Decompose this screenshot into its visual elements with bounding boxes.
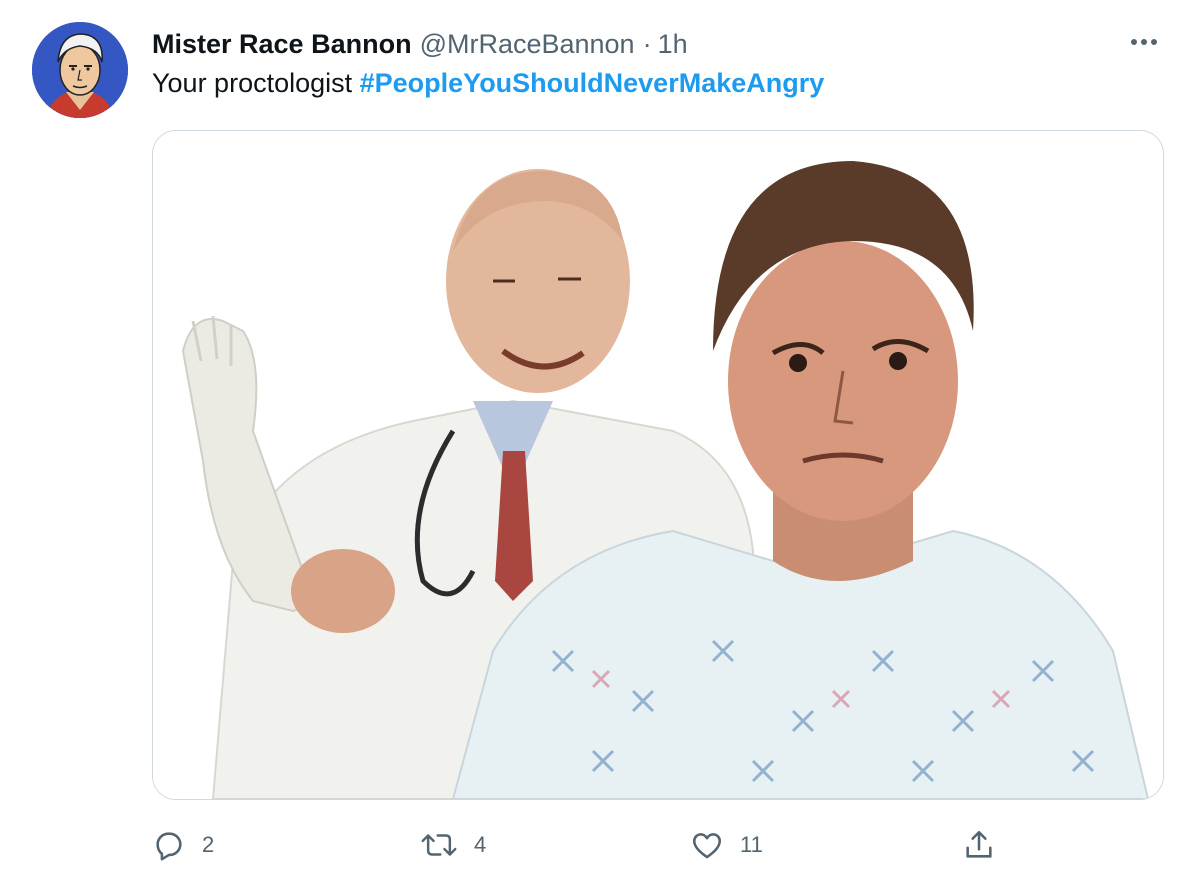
heart-icon [692,833,722,859]
avatar[interactable] [32,22,128,118]
more-options-button[interactable] [1126,30,1162,54]
tweet-actions: 2 4 11 [152,822,1012,868]
share-icon [966,830,992,858]
avatar-cartoon-face-icon [32,22,128,118]
photo-doctor-and-patient [153,131,1163,799]
reply-icon [156,832,182,861]
retweet-count: 4 [474,832,487,857]
tweet-text: Your proctologist #PeopleYouShouldNeverM… [152,68,824,99]
tweet-text-plain: Your proctologist [152,68,360,98]
reply-button[interactable]: 2 [152,822,214,868]
like-count: 11 [740,832,763,857]
share-button[interactable] [962,822,996,868]
retweet-icon [421,834,457,856]
tweet-timestamp[interactable]: 1h [658,29,688,60]
more-horizontal-icon [1131,39,1157,45]
separator-dot: · [642,28,652,59]
author-handle[interactable]: @MrRaceBannon [420,29,635,60]
reply-count: 2 [202,832,215,857]
author-name[interactable]: Mister Race Bannon [152,29,412,60]
tweet-header: Mister Race Bannon @MrRaceBannon · 1h [152,26,688,62]
tweet-photo[interactable] [152,130,1164,800]
retweet-button[interactable]: 4 [420,822,486,868]
hashtag-link[interactable]: #PeopleYouShouldNeverMakeAngry [360,68,825,98]
like-button[interactable]: 11 [690,822,763,868]
